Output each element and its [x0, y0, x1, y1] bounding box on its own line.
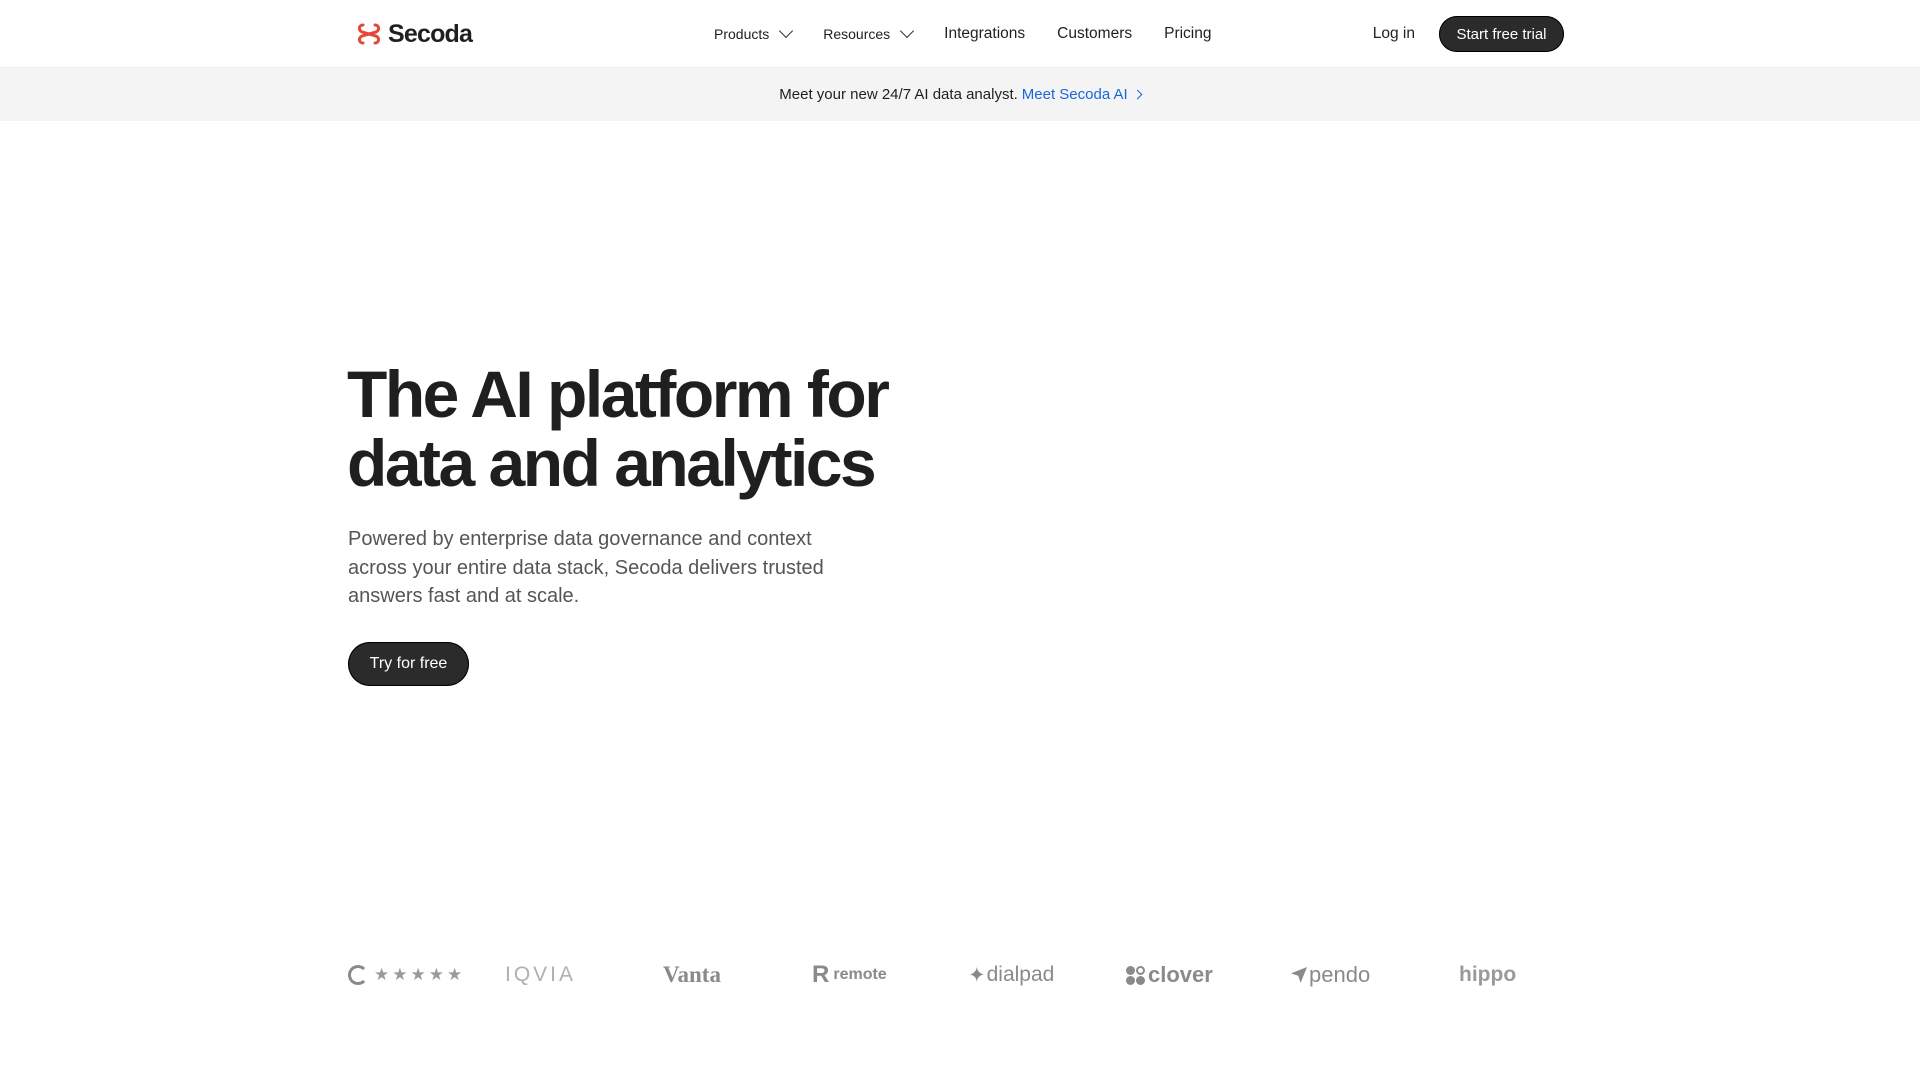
try-for-free-button[interactable]: Try for free	[348, 642, 469, 686]
nav-item-label: Pricing	[1164, 25, 1212, 42]
start-free-trial-button[interactable]: Start free trial	[1439, 16, 1564, 52]
nav-item-label: Products	[714, 26, 770, 42]
clover-logo: clover	[1126, 955, 1213, 995]
g2-rating: ★★★★★	[348, 955, 465, 995]
dialpad-wordmark: dialpad	[986, 963, 1055, 986]
hippo-logo: hippo	[1459, 963, 1517, 986]
hero-title-line-1: The AI platform for	[347, 357, 890, 431]
nav-item-label: Integrations	[944, 25, 1026, 42]
nav-item-products[interactable]: Products	[714, 23, 794, 42]
vanta-logo: Vanta	[663, 962, 721, 987]
secoda-logo-icon	[358, 23, 380, 45]
g2-logo-icon	[348, 965, 368, 985]
chevron-down-icon	[900, 23, 915, 39]
nav-item-resources[interactable]: Resources	[823, 23, 915, 42]
banner-text: Meet your new 24/7 AI data analyst.	[779, 86, 1018, 103]
remote-wordmark: remote	[833, 966, 887, 983]
nav-item-integrations[interactable]: Integrations	[944, 25, 1025, 43]
chevron-right-icon	[1132, 89, 1143, 100]
nav-item-pricing[interactable]: Pricing	[1164, 25, 1211, 43]
pendo-logo: pendo	[1291, 955, 1370, 995]
chevron-down-icon	[779, 23, 794, 39]
banner-link-label: Meet Secoda AI	[1021, 86, 1128, 103]
nav-actions: Log in Start free trial	[1373, 16, 1564, 52]
nav-item-customers[interactable]: Customers	[1057, 25, 1132, 43]
dialpad-logo: ✦ dialpad	[968, 955, 1054, 995]
announcement-banner: Meet your new 24/7 AI data analyst. Meet…	[0, 68, 1920, 121]
pendo-mark-icon	[1291, 967, 1307, 983]
clover-wordmark: clover	[1148, 962, 1213, 987]
star-rating-icon: ★★★★★	[374, 965, 466, 984]
sparkle-icon: ✦	[968, 963, 986, 987]
brand-name: Secoda	[388, 19, 473, 48]
hero-title: The AI platform for data and analytics	[347, 360, 947, 498]
customer-logos: ★★★★★ IQVIA Vanta R remote ✦ dialpad clo…	[348, 955, 1517, 995]
meet-secoda-ai-link[interactable]: Meet Secoda AI	[1021, 86, 1143, 103]
brand-logo[interactable]: Secoda	[356, 19, 473, 48]
remote-mark-icon: R	[812, 961, 830, 988]
nav-item-label: Resources	[823, 26, 891, 42]
pendo-wordmark: pendo	[1309, 962, 1371, 987]
login-link[interactable]: Log in	[1373, 25, 1415, 43]
hero-subtitle: Powered by enterprise data governance an…	[348, 528, 824, 607]
nav-item-label: Customers	[1057, 25, 1133, 42]
clover-mark-icon	[1126, 965, 1145, 985]
iqvia-logo: IQVIA	[505, 963, 577, 986]
main-menu: Products Resources Integrations Customer…	[714, 0, 1212, 68]
top-navigation: Secoda Products Resources Integrations C…	[0, 0, 1920, 68]
hero-title-line-2: data and analytics	[347, 426, 877, 500]
remote-logo: R remote	[812, 955, 887, 995]
